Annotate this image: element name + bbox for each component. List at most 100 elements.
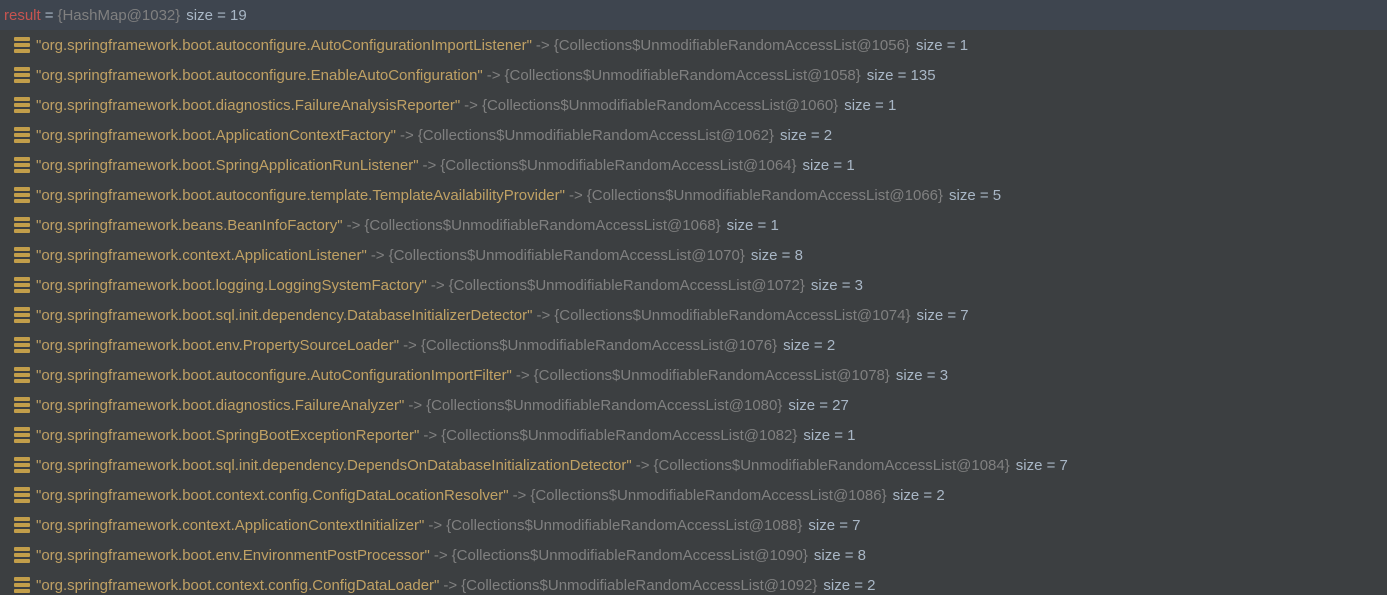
entry-key: "org.springframework.boot.SpringBootExce…	[36, 427, 419, 444]
entry-key: "org.springframework.boot.autoconfigure.…	[36, 367, 512, 384]
arrow-icon: ->	[400, 127, 414, 144]
map-entry-icon	[14, 157, 30, 173]
entry-key: "org.springframework.boot.sql.init.depen…	[36, 457, 632, 474]
arrow-icon: ->	[347, 217, 361, 234]
arrow-icon: ->	[423, 427, 437, 444]
entry-key: "org.springframework.boot.logging.Loggin…	[36, 277, 427, 294]
entry-value: {Collections$UnmodifiableRandomAccessLis…	[587, 187, 943, 204]
entry-value: {Collections$UnmodifiableRandomAccessLis…	[449, 277, 805, 294]
arrow-icon: ->	[431, 277, 445, 294]
entry-value: {Collections$UnmodifiableRandomAccessLis…	[461, 577, 817, 594]
entries-container: "org.springframework.boot.autoconfigure.…	[0, 30, 1387, 595]
entry-size: size = 2	[780, 127, 832, 144]
entry-value: {Collections$UnmodifiableRandomAccessLis…	[418, 127, 774, 144]
entry-key: "org.springframework.boot.sql.init.depen…	[36, 307, 532, 324]
map-entry-icon	[14, 457, 30, 473]
arrow-icon: ->	[487, 67, 501, 84]
map-entry-row[interactable]: "org.springframework.beans.BeanInfoFacto…	[0, 210, 1387, 240]
entry-key: "org.springframework.boot.autoconfigure.…	[36, 187, 565, 204]
entry-value: {Collections$UnmodifiableRandomAccessLis…	[421, 337, 777, 354]
entry-value: {Collections$UnmodifiableRandomAccessLis…	[441, 427, 797, 444]
map-entry-row[interactable]: "org.springframework.boot.autoconfigure.…	[0, 180, 1387, 210]
entry-size: size = 1	[727, 217, 779, 234]
entry-key: "org.springframework.boot.SpringApplicat…	[36, 157, 419, 174]
object-ref: {HashMap@1032}	[57, 7, 180, 24]
entry-size: size = 27	[788, 397, 848, 414]
map-entry-row[interactable]: "org.springframework.boot.ApplicationCon…	[0, 120, 1387, 150]
arrow-icon: ->	[423, 157, 437, 174]
map-entry-row[interactable]: "org.springframework.boot.sql.init.depen…	[0, 450, 1387, 480]
entry-key: "org.springframework.boot.env.Environmen…	[36, 547, 430, 564]
arrow-icon: ->	[569, 187, 583, 204]
entry-value: {Collections$UnmodifiableRandomAccessLis…	[440, 157, 796, 174]
entry-size: size = 2	[823, 577, 875, 594]
map-entry-row[interactable]: "org.springframework.boot.autoconfigure.…	[0, 30, 1387, 60]
arrow-icon: ->	[516, 367, 530, 384]
entry-key: "org.springframework.boot.autoconfigure.…	[36, 67, 483, 84]
map-entry-row[interactable]: "org.springframework.boot.autoconfigure.…	[0, 360, 1387, 390]
entry-value: {Collections$UnmodifiableRandomAccessLis…	[505, 67, 861, 84]
entry-value: {Collections$UnmodifiableRandomAccessLis…	[389, 247, 745, 264]
entry-size: size = 7	[1016, 457, 1068, 474]
map-entry-row[interactable]: "org.springframework.context.Application…	[0, 240, 1387, 270]
entry-size: size = 1	[916, 37, 968, 54]
map-entry-row[interactable]: "org.springframework.boot.context.config…	[0, 480, 1387, 510]
arrow-icon: ->	[408, 397, 422, 414]
entry-key: "org.springframework.boot.ApplicationCon…	[36, 127, 396, 144]
map-entry-row[interactable]: "org.springframework.context.Application…	[0, 510, 1387, 540]
map-entry-row[interactable]: "org.springframework.boot.sql.init.depen…	[0, 300, 1387, 330]
map-entry-row[interactable]: "org.springframework.boot.env.Environmen…	[0, 540, 1387, 570]
map-entry-icon	[14, 97, 30, 113]
entry-size: size = 1	[803, 427, 855, 444]
arrow-icon: ->	[371, 247, 385, 264]
arrow-icon: ->	[513, 487, 527, 504]
map-entry-icon	[14, 307, 30, 323]
entry-size: size = 3	[811, 277, 863, 294]
entry-value: {Collections$UnmodifiableRandomAccessLis…	[446, 517, 802, 534]
entry-size: size = 8	[814, 547, 866, 564]
entry-size: size = 1	[844, 97, 896, 114]
map-entry-row[interactable]: "org.springframework.boot.context.config…	[0, 570, 1387, 595]
map-entry-icon	[14, 187, 30, 203]
arrow-icon: ->	[536, 37, 550, 54]
equals-sign: =	[45, 7, 54, 24]
map-entry-icon	[14, 547, 30, 563]
entry-value: {Collections$UnmodifiableRandomAccessLis…	[482, 97, 838, 114]
map-entry-icon	[14, 247, 30, 263]
entry-key: "org.springframework.boot.context.config…	[36, 487, 509, 504]
entry-size: size = 8	[751, 247, 803, 264]
map-entry-icon	[14, 427, 30, 443]
entry-key: "org.springframework.context.Application…	[36, 517, 424, 534]
map-entry-row[interactable]: "org.springframework.boot.SpringBootExce…	[0, 420, 1387, 450]
map-entry-row[interactable]: "org.springframework.boot.autoconfigure.…	[0, 60, 1387, 90]
entry-key: "org.springframework.boot.diagnostics.Fa…	[36, 97, 460, 114]
arrow-icon: ->	[443, 577, 457, 594]
entry-key: "org.springframework.boot.autoconfigure.…	[36, 37, 532, 54]
variable-root-row[interactable]: result = {HashMap@1032} size = 19	[0, 0, 1387, 30]
debugger-variables-tree: result = {HashMap@1032} size = 19 "org.s…	[0, 0, 1387, 595]
map-entry-row[interactable]: "org.springframework.boot.SpringApplicat…	[0, 150, 1387, 180]
map-entry-icon	[14, 277, 30, 293]
map-entry-row[interactable]: "org.springframework.boot.logging.Loggin…	[0, 270, 1387, 300]
arrow-icon: ->	[428, 517, 442, 534]
map-entry-icon	[14, 217, 30, 233]
map-entry-icon	[14, 487, 30, 503]
arrow-icon: ->	[536, 307, 550, 324]
arrow-icon: ->	[403, 337, 417, 354]
entry-value: {Collections$UnmodifiableRandomAccessLis…	[554, 37, 910, 54]
entry-key: "org.springframework.boot.context.config…	[36, 577, 439, 594]
arrow-icon: ->	[636, 457, 650, 474]
entry-key: "org.springframework.beans.BeanInfoFacto…	[36, 217, 343, 234]
entry-value: {Collections$UnmodifiableRandomAccessLis…	[452, 547, 808, 564]
entry-key: "org.springframework.boot.diagnostics.Fa…	[36, 397, 404, 414]
map-entry-row[interactable]: "org.springframework.boot.diagnostics.Fa…	[0, 390, 1387, 420]
entry-size: size = 7	[808, 517, 860, 534]
entry-key: "org.springframework.boot.env.PropertySo…	[36, 337, 399, 354]
entry-size: size = 1	[803, 157, 855, 174]
map-entry-row[interactable]: "org.springframework.boot.diagnostics.Fa…	[0, 90, 1387, 120]
map-entry-icon	[14, 67, 30, 83]
map-entry-row[interactable]: "org.springframework.boot.env.PropertySo…	[0, 330, 1387, 360]
entry-size: size = 2	[893, 487, 945, 504]
entry-size: size = 2	[783, 337, 835, 354]
size-label: size = 19	[186, 7, 246, 24]
